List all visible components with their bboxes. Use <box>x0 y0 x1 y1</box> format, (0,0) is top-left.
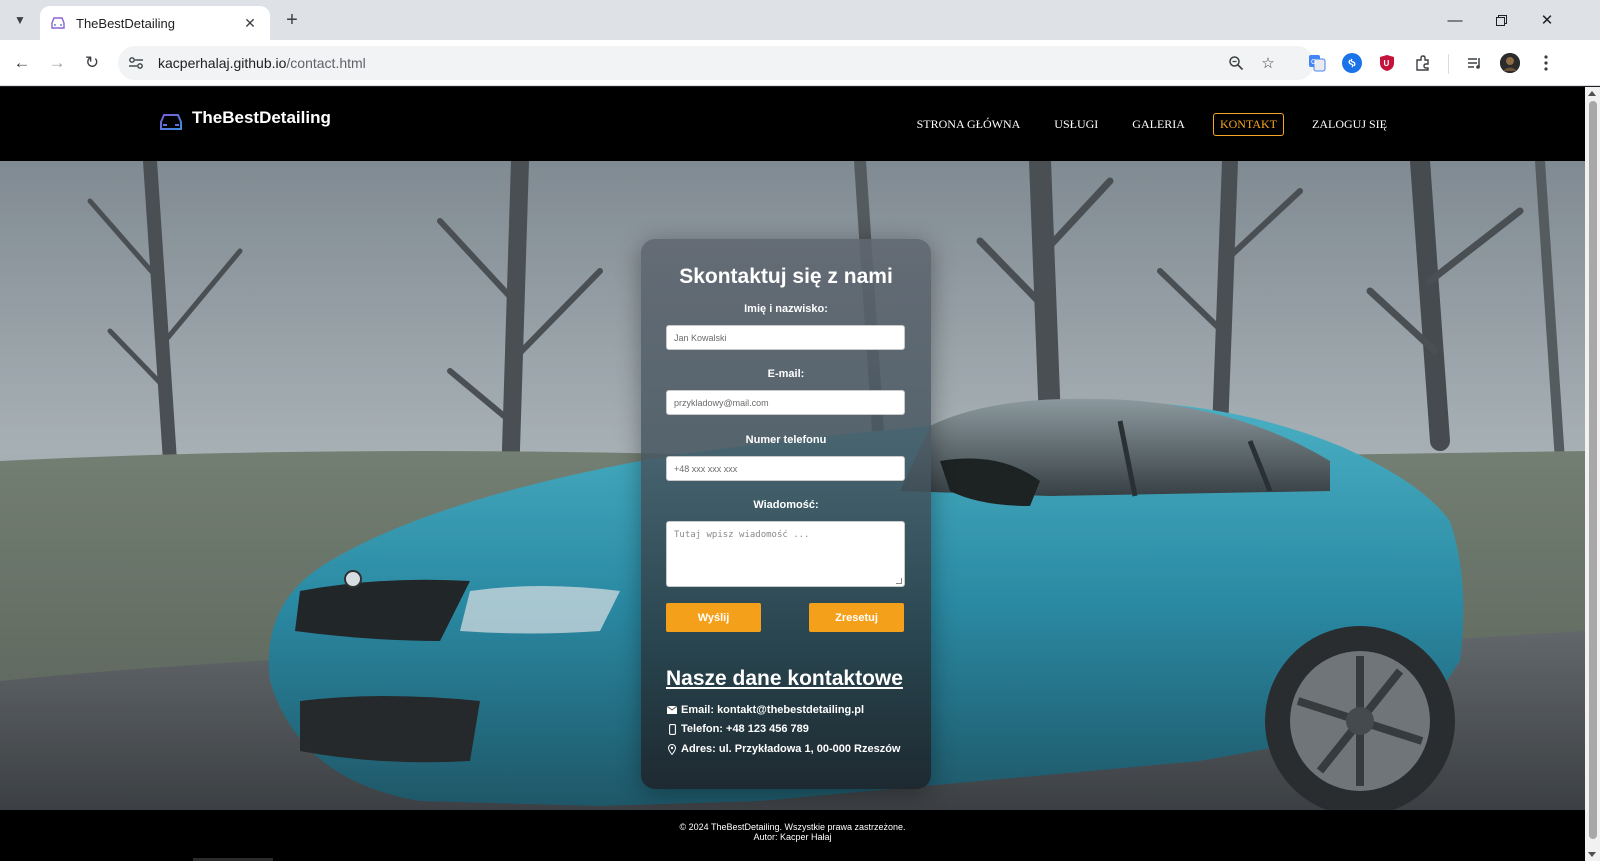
site-header: TheBestDetailing STRONA GŁÓWNA USŁUGI GA… <box>0 87 1585 161</box>
toolbar-separator <box>1448 54 1449 74</box>
page-viewport: TheBestDetailing STRONA GŁÓWNA USŁUGI GA… <box>0 87 1585 861</box>
nav-gallery[interactable]: GALERIA <box>1126 114 1191 135</box>
scroll-up-icon[interactable] <box>1588 91 1596 96</box>
car-logo-icon <box>160 114 182 132</box>
profile-avatar[interactable] <box>1500 53 1520 73</box>
url-path: /contact.html <box>286 55 366 71</box>
nav-login[interactable]: ZALOGUJ SIĘ <box>1306 114 1393 135</box>
svg-text:U: U <box>1384 59 1390 68</box>
car-favicon-icon <box>50 15 66 31</box>
tab-search-button[interactable]: ▼ <box>6 6 34 34</box>
contact-phone[interactable]: Telefon: +48 123 456 789 <box>681 723 809 735</box>
message-textarea[interactable]: Tutaj wpisz wiadomość ... <box>666 521 905 587</box>
nav-contact[interactable]: KONTAKT <box>1212 113 1284 136</box>
contact-address-row: Adres: ul. Przykładowa 1, 00-000 Rzeszów <box>666 743 900 755</box>
message-label: Wiadomość: <box>753 499 819 511</box>
zoom-icon[interactable] <box>1226 53 1246 73</box>
author-text: Autor: Kacper Hałaj <box>753 832 832 842</box>
site-footer: © 2024 TheBestDetailing. Wszystkie prawa… <box>0 810 1585 861</box>
bookmark-star-icon[interactable]: ☆ <box>1258 53 1278 73</box>
mobile-phone-icon <box>666 723 678 735</box>
brand-name: TheBestDetailing <box>192 108 331 127</box>
chevron-down-icon: ▼ <box>14 13 26 27</box>
contact-card: Skontaktuj się z nami Imię i nazwisko: J… <box>641 239 931 789</box>
copyright-text: © 2024 TheBestDetailing. Wszystkie prawa… <box>679 822 906 832</box>
phone-label: Numer telefonu <box>745 434 827 446</box>
phone-input[interactable]: +48 xxx xxx xxx <box>666 456 905 481</box>
reload-icon[interactable]: ↻ <box>78 49 106 77</box>
browser-tab-bar: ▼ TheBestDetailing ✕ + — ✕ <box>0 0 1600 40</box>
scroll-down-icon[interactable] <box>1588 852 1596 857</box>
address-bar[interactable]: kacperhalaj.github.io/contact.html ☆ <box>118 46 1314 80</box>
forward-icon[interactable]: → <box>43 49 71 77</box>
minimize-icon[interactable]: — <box>1432 0 1478 40</box>
name-input[interactable]: Jan Kowalski <box>666 325 905 350</box>
contact-address: Adres: ul. Przykładowa 1, 00-000 Rzeszów <box>681 743 901 755</box>
contact-phone-row: Telefon: +48 123 456 789 <box>666 723 809 735</box>
translate-extension-icon[interactable]: G <box>1307 53 1327 73</box>
email-label: E-mail: <box>767 368 805 380</box>
browser-tab[interactable]: TheBestDetailing ✕ <box>40 6 270 40</box>
ublock-extension-icon[interactable]: U <box>1377 53 1397 73</box>
nav-home[interactable]: STRONA GŁÓWNA <box>911 114 1027 135</box>
resize-handle-icon[interactable] <box>896 578 902 584</box>
scrollbar-thumb[interactable] <box>1589 101 1597 839</box>
shazam-extension-icon[interactable] <box>1342 53 1362 73</box>
close-tab-icon[interactable]: ✕ <box>240 15 260 32</box>
restore-icon[interactable] <box>1478 0 1524 40</box>
svg-text:G: G <box>1311 59 1316 66</box>
media-controls-icon[interactable] <box>1465 53 1485 73</box>
close-window-icon[interactable]: ✕ <box>1524 0 1570 40</box>
main-nav: STRONA GŁÓWNA USŁUGI GALERIA KONTAKT ZAL… <box>889 113 1393 136</box>
page-scrollbar[interactable] <box>1585 87 1600 861</box>
map-pin-icon <box>666 743 678 755</box>
back-icon[interactable]: ← <box>8 49 36 77</box>
site-settings-icon[interactable] <box>126 53 146 73</box>
submit-button[interactable]: Wyślij <box>666 603 761 632</box>
form-title: Skontaktuj się z nami <box>679 265 893 288</box>
brand[interactable]: TheBestDetailing <box>158 108 331 135</box>
envelope-icon <box>666 704 678 716</box>
contact-email-row: Email: kontakt@thebestdetailing.pl <box>666 704 864 716</box>
reset-button[interactable]: Zresetuj <box>809 603 904 632</box>
contact-info-title: Nasze dane kontaktowe <box>666 667 903 690</box>
email-input[interactable]: przykladowy@mail.com <box>666 390 905 415</box>
extensions-puzzle-icon[interactable] <box>1413 53 1433 73</box>
url-text: kacperhalaj.github.io/contact.html <box>158 55 366 71</box>
chrome-menu-icon[interactable] <box>1536 53 1556 73</box>
contact-email[interactable]: Email: kontakt@thebestdetailing.pl <box>681 704 864 716</box>
url-host: kacperhalaj.github.io <box>158 55 287 71</box>
tab-title: TheBestDetailing <box>76 15 175 31</box>
browser-toolbar: ← → ↻ kacperhalaj.github.io/contact.html… <box>0 40 1600 86</box>
message-placeholder: Tutaj wpisz wiadomość ... <box>674 530 810 540</box>
new-tab-icon[interactable]: + <box>280 8 304 32</box>
nav-services[interactable]: USŁUGI <box>1048 114 1104 135</box>
name-label: Imię i nazwisko: <box>744 303 828 315</box>
